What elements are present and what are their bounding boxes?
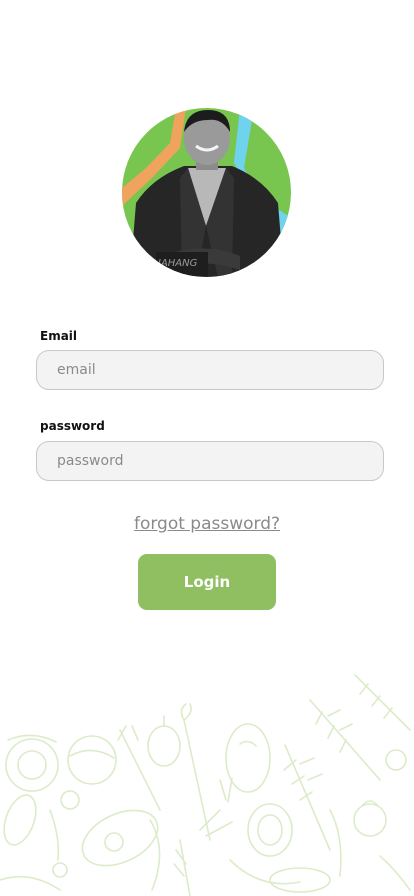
profile-avatar: JAHANG <box>122 108 291 277</box>
forgot-password-container: forgot password? <box>0 514 414 534</box>
login-button[interactable]: Login <box>138 554 276 610</box>
password-input[interactable] <box>36 441 384 481</box>
avatar-caption: JAHANG <box>156 258 198 269</box>
password-label: password <box>40 419 105 433</box>
vegetable-pattern-decoration <box>0 674 411 896</box>
forgot-password-link[interactable]: forgot password? <box>134 514 280 534</box>
email-input[interactable] <box>36 350 384 390</box>
email-label: Email <box>40 329 78 343</box>
